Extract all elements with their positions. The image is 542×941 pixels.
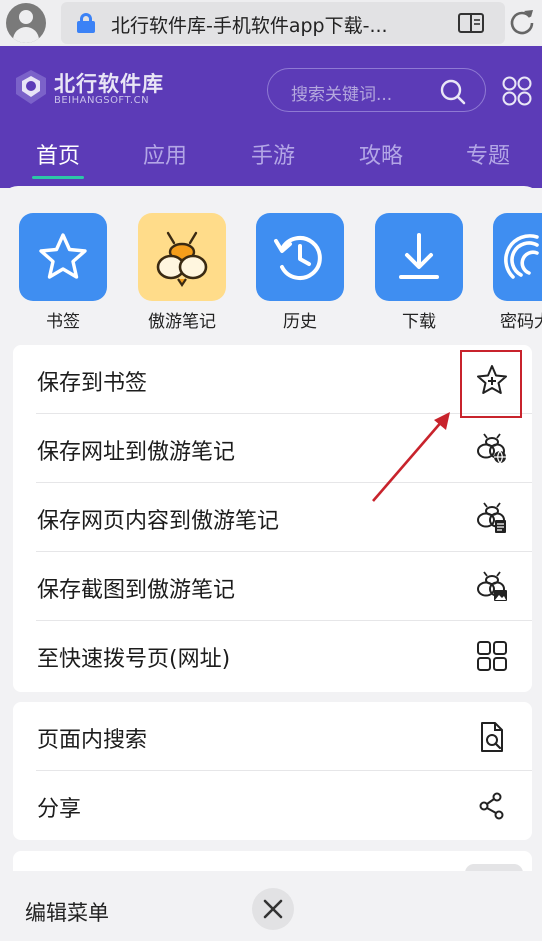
quick-label-downloads: 下载 xyxy=(402,312,436,332)
annotation-highlight-box xyxy=(460,350,522,418)
menu-item-label: 保存网址到傲游笔记 xyxy=(37,440,236,465)
search-placeholder: 搜索关键词... xyxy=(291,85,393,105)
menu-item-label: 保存到书签 xyxy=(37,371,148,396)
site-nav-tabs: 首页 应用 手游 攻略 专题 xyxy=(0,132,542,179)
notes-button[interactable] xyxy=(138,213,226,301)
quick-label-bookmarks: 书签 xyxy=(46,312,80,332)
url-box[interactable]: 北行软件库-手机软件app下载-... xyxy=(61,2,505,44)
menu-item-label: 保存网页内容到傲游笔记 xyxy=(37,509,280,534)
menu-item-save-page-note[interactable]: 保存网页内容到傲游笔记 xyxy=(13,483,532,552)
tab-apps[interactable]: 应用 xyxy=(143,138,187,170)
history-icon xyxy=(274,236,322,280)
logo-mark-icon xyxy=(16,70,46,104)
close-menu-button[interactable] xyxy=(252,888,294,930)
reload-icon[interactable] xyxy=(508,8,536,36)
menu-item-label: 分享 xyxy=(37,797,82,822)
quick-label-history: 历史 xyxy=(283,312,317,332)
menu-item-save-bookmark[interactable]: 保存到书签 xyxy=(13,345,532,414)
apps-grid-icon[interactable] xyxy=(502,76,532,106)
site-header: 北行软件库 BEIHANGSOFT.CN 搜索关键词... 首页 应用 手游 攻… xyxy=(0,46,542,188)
menu-item-share[interactable]: 分享 xyxy=(13,771,532,840)
url-title[interactable]: 北行软件库-手机软件app下载-... xyxy=(111,11,388,38)
logo-subtitle: BEIHANGSOFT.CN xyxy=(54,95,150,106)
menu-group-save: 保存到书签 保存网址到傲游笔记 保存网页内容到傲游笔记 保存截图到傲游笔记 至快… xyxy=(13,345,532,692)
menu-item-label: 保存截图到傲游笔记 xyxy=(37,578,236,603)
find-in-page-icon xyxy=(481,722,503,752)
download-icon xyxy=(399,233,439,279)
menu-item-save-url-note[interactable]: 保存网址到傲游笔记 xyxy=(13,414,532,483)
tab-mobile-games[interactable]: 手游 xyxy=(251,138,295,170)
quick-label-notes: 傲游笔记 xyxy=(148,312,216,332)
bee-image-icon xyxy=(477,571,507,601)
bee-globe-icon xyxy=(477,433,506,464)
bookmarks-button[interactable] xyxy=(19,213,107,301)
edit-menu-button[interactable]: 编辑菜单 xyxy=(25,897,109,927)
bee-icon xyxy=(156,231,208,287)
logo-title[interactable]: 北行软件库 xyxy=(54,68,164,98)
menu-item-save-screenshot-note[interactable]: 保存截图到傲游笔记 xyxy=(13,552,532,621)
lock-icon xyxy=(77,13,95,33)
bee-document-icon xyxy=(477,502,506,533)
fingerprint-icon xyxy=(504,234,539,279)
downloads-button[interactable] xyxy=(375,213,463,301)
speed-dial-grid-icon xyxy=(477,641,507,671)
close-icon xyxy=(263,899,283,919)
menu-group-tools: 页面内搜索 分享 xyxy=(13,702,532,840)
quick-label-passwords: 密码大 xyxy=(500,312,542,332)
tab-guides[interactable]: 攻略 xyxy=(359,138,403,170)
site-search-input[interactable]: 搜索关键词... xyxy=(267,68,486,112)
menu-item-label: 页面内搜索 xyxy=(37,728,148,753)
passwords-button[interactable] xyxy=(493,213,542,301)
menu-item-find-in-page[interactable]: 页面内搜索 xyxy=(13,702,532,771)
search-icon[interactable] xyxy=(440,79,466,105)
reader-mode-icon[interactable] xyxy=(458,13,484,33)
active-tab-indicator xyxy=(32,176,84,179)
menu-item-speed-dial[interactable]: 至快速拨号页(网址) xyxy=(13,621,532,690)
history-button[interactable] xyxy=(256,213,344,301)
browser-address-bar: 北行软件库-手机软件app下载-... xyxy=(0,0,542,46)
share-icon xyxy=(479,792,504,820)
avatar-icon[interactable] xyxy=(6,3,46,43)
tab-topics[interactable]: 专题 xyxy=(466,138,510,170)
menu-item-label: 至快速拨号页(网址) xyxy=(37,647,231,672)
menu-bottom-bar: 编辑菜单 xyxy=(0,871,542,941)
tab-home[interactable]: 首页 xyxy=(36,138,80,170)
star-icon xyxy=(39,233,87,279)
